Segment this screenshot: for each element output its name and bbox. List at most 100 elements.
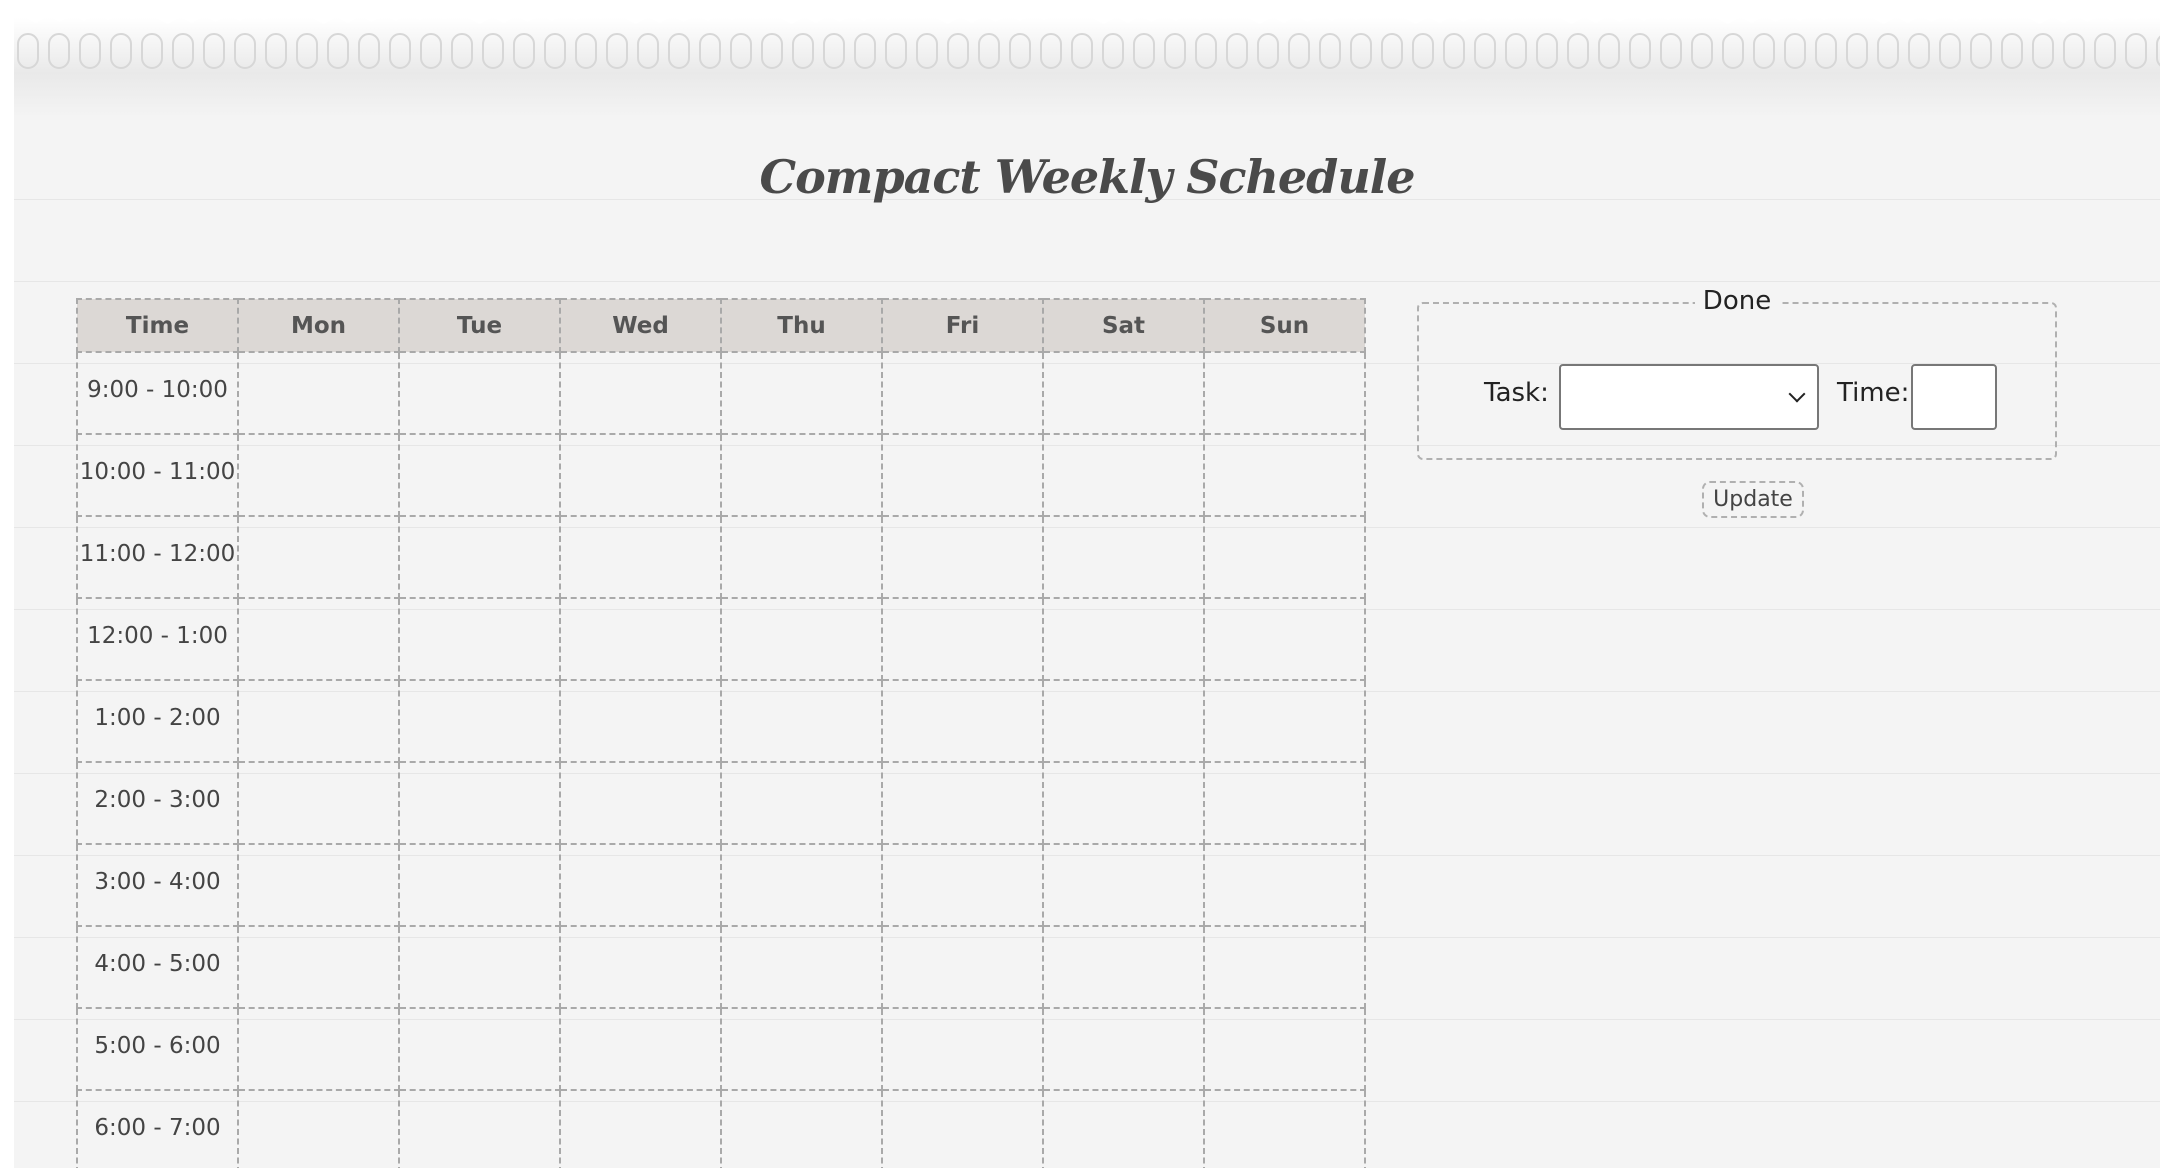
schedule-cell-fri[interactable] (881, 515, 1044, 599)
schedule-cell-wed[interactable] (559, 761, 722, 845)
schedule-cell-sun[interactable] (1203, 1007, 1366, 1091)
page-title: Compact Weekly Schedule (759, 150, 1415, 204)
schedule-cell-mon[interactable] (237, 433, 400, 517)
schedule-cell-mon[interactable] (237, 597, 400, 681)
column-header-sun: Sun (1203, 298, 1366, 353)
schedule-cell-sat[interactable] (1042, 843, 1205, 927)
task-select[interactable] (1559, 364, 1819, 430)
schedule-cell-fri[interactable] (881, 1007, 1044, 1091)
schedule-cell-thu[interactable] (720, 433, 883, 517)
schedule-cell-sat[interactable] (1042, 433, 1205, 517)
schedule-cell-fri[interactable] (881, 433, 1044, 517)
schedule-cell-sat[interactable] (1042, 925, 1205, 1009)
schedule-cell-sun[interactable] (1203, 925, 1366, 1009)
schedule-cell-sun[interactable] (1203, 597, 1366, 681)
schedule-cell-tue[interactable] (398, 843, 561, 927)
schedule-cell-wed[interactable] (559, 925, 722, 1009)
schedule-cell-mon[interactable] (237, 925, 400, 1009)
schedule-cell-wed[interactable] (559, 843, 722, 927)
table-row: 9:00 - 10:00 (76, 351, 1366, 435)
schedule-cell-sun[interactable] (1203, 433, 1366, 517)
schedule-cell-sat[interactable] (1042, 351, 1205, 435)
schedule-cell-wed[interactable] (559, 679, 722, 763)
column-header-thu: Thu (720, 298, 883, 353)
schedule-cell-wed[interactable] (559, 1007, 722, 1091)
time-slot-label: 6:00 - 7:00 (76, 1089, 239, 1168)
schedule-cell-sun[interactable] (1203, 761, 1366, 845)
schedule-cell-sat[interactable] (1042, 761, 1205, 845)
column-header-sat: Sat (1042, 298, 1205, 353)
schedule-cell-tue[interactable] (398, 1089, 561, 1168)
schedule-cell-thu[interactable] (720, 515, 883, 599)
column-header-mon: Mon (237, 298, 400, 353)
time-slot-label: 1:00 - 2:00 (76, 679, 239, 763)
schedule-cell-sun[interactable] (1203, 351, 1366, 435)
schedule-cell-thu[interactable] (720, 761, 883, 845)
schedule-cell-mon[interactable] (237, 1007, 400, 1091)
schedule-cell-sat[interactable] (1042, 1007, 1205, 1091)
schedule-cell-tue[interactable] (398, 761, 561, 845)
schedule-cell-mon[interactable] (237, 1089, 400, 1168)
schedule-cell-thu[interactable] (720, 1007, 883, 1091)
schedule-cell-mon[interactable] (237, 351, 400, 435)
schedule-cell-mon[interactable] (237, 843, 400, 927)
column-header-wed: Wed (559, 298, 722, 353)
torn-paper-edge (14, 0, 2160, 118)
table-row: 3:00 - 4:00 (76, 843, 1366, 927)
time-label: Time: (1837, 378, 1910, 408)
time-slot-label: 4:00 - 5:00 (76, 925, 239, 1009)
schedule-cell-thu[interactable] (720, 679, 883, 763)
schedule-cell-tue[interactable] (398, 679, 561, 763)
schedule-cell-tue[interactable] (398, 433, 561, 517)
schedule-header-row: Time Mon Tue Wed Thu Fri Sat Sun (76, 298, 1366, 353)
time-slot-label: 11:00 - 12:00 (76, 515, 239, 599)
schedule-cell-mon[interactable] (237, 515, 400, 599)
time-slot-label: 12:00 - 1:00 (76, 597, 239, 681)
schedule-cell-sun[interactable] (1203, 679, 1366, 763)
schedule-cell-tue[interactable] (398, 515, 561, 599)
schedule-cell-wed[interactable] (559, 597, 722, 681)
schedule-cell-mon[interactable] (237, 679, 400, 763)
schedule-cell-sun[interactable] (1203, 843, 1366, 927)
schedule-cell-wed[interactable] (559, 433, 722, 517)
schedule-cell-fri[interactable] (881, 761, 1044, 845)
chevron-down-icon (1788, 385, 1806, 403)
time-input[interactable] (1911, 364, 1997, 430)
table-row: 12:00 - 1:00 (76, 597, 1366, 681)
schedule-table: Time Mon Tue Wed Thu Fri Sat Sun 9:00 - 10:00 10… (76, 298, 1366, 1168)
schedule-cell-thu[interactable] (720, 925, 883, 1009)
table-row: 4:00 - 5:00 (76, 925, 1366, 1009)
schedule-cell-sun[interactable] (1203, 1089, 1366, 1168)
schedule-cell-fri[interactable] (881, 351, 1044, 435)
time-slot-label: 9:00 - 10:00 (76, 351, 239, 435)
schedule-cell-sat[interactable] (1042, 1089, 1205, 1168)
schedule-cell-sun[interactable] (1203, 515, 1366, 599)
schedule-cell-tue[interactable] (398, 925, 561, 1009)
schedule-cell-tue[interactable] (398, 597, 561, 681)
schedule-cell-wed[interactable] (559, 1089, 722, 1168)
schedule-cell-fri[interactable] (881, 925, 1044, 1009)
schedule-cell-fri[interactable] (881, 679, 1044, 763)
schedule-cell-sat[interactable] (1042, 679, 1205, 763)
schedule-cell-tue[interactable] (398, 351, 561, 435)
time-slot-label: 5:00 - 6:00 (76, 1007, 239, 1091)
schedule-cell-wed[interactable] (559, 351, 722, 435)
schedule-cell-thu[interactable] (720, 351, 883, 435)
schedule-cell-fri[interactable] (881, 1089, 1044, 1168)
schedule-cell-sat[interactable] (1042, 597, 1205, 681)
update-button[interactable]: Update (1702, 481, 1804, 518)
schedule-cell-sat[interactable] (1042, 515, 1205, 599)
column-header-fri: Fri (881, 298, 1044, 353)
table-row: 6:00 - 7:00 (76, 1089, 1366, 1168)
schedule-cell-fri[interactable] (881, 597, 1044, 681)
schedule-cell-wed[interactable] (559, 515, 722, 599)
done-legend: Done (1419, 286, 2055, 316)
schedule-cell-fri[interactable] (881, 843, 1044, 927)
schedule-cell-thu[interactable] (720, 1089, 883, 1168)
schedule-cell-thu[interactable] (720, 843, 883, 927)
column-header-time: Time (76, 298, 239, 353)
schedule-cell-tue[interactable] (398, 1007, 561, 1091)
time-slot-label: 2:00 - 3:00 (76, 761, 239, 845)
schedule-cell-mon[interactable] (237, 761, 400, 845)
schedule-cell-thu[interactable] (720, 597, 883, 681)
